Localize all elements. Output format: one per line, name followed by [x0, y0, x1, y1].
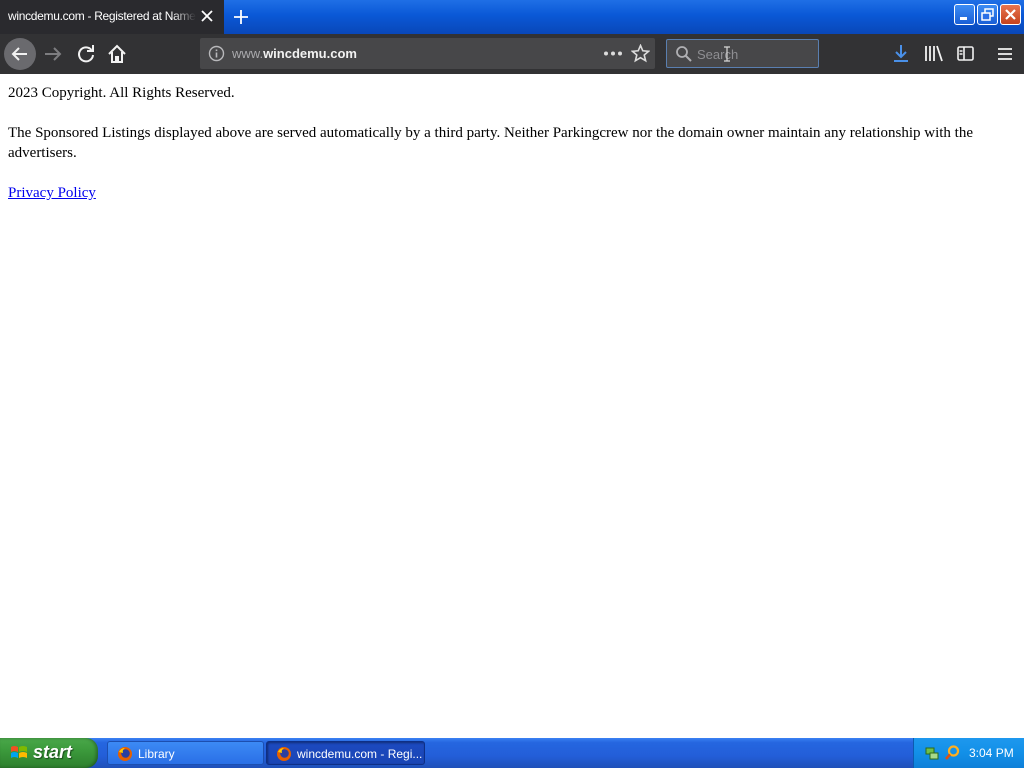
address-bar[interactable]: www.wincdemu.com [200, 38, 655, 69]
close-tab-icon[interactable] [199, 8, 215, 24]
taskbar-item-library[interactable]: Library [107, 741, 264, 765]
search-box[interactable] [666, 39, 819, 68]
arrow-left-icon [11, 47, 27, 61]
url-domain: wincdemu.com [263, 46, 357, 61]
firefox-icon [118, 747, 132, 761]
start-label: start [33, 742, 73, 762]
magnifier-icon[interactable] [944, 744, 961, 761]
taskbar: start Library wincdemu.com - Regi... 3:0… [0, 738, 1024, 768]
windows-logo-icon [11, 746, 27, 758]
page-content: 2023 Copyright. All Rights Reserved. The… [0, 74, 1024, 738]
library-icon[interactable] [923, 43, 945, 65]
new-tab-icon[interactable] [231, 7, 251, 27]
back-button[interactable] [4, 38, 36, 70]
forward-button[interactable] [40, 42, 66, 66]
url-text: www.wincdemu.com [232, 46, 357, 61]
restore-button[interactable] [977, 4, 998, 25]
taskbar-item-browser[interactable]: wincdemu.com - Regi... [266, 741, 425, 765]
sidebar-icon[interactable] [955, 43, 977, 65]
info-icon[interactable] [208, 45, 225, 62]
tab-title: wincdemu.com - Registered at Namecheap.c… [8, 9, 196, 23]
menu-icon[interactable] [994, 43, 1016, 65]
close-icon [1005, 9, 1016, 20]
url-prefix: www. [232, 46, 264, 61]
search-input[interactable] [697, 45, 807, 63]
reload-icon[interactable] [74, 42, 98, 66]
text-cursor-icon [724, 46, 730, 62]
page-actions-icon[interactable] [602, 45, 624, 62]
home-icon[interactable] [105, 42, 129, 66]
nav-toolbar: www.wincdemu.com [0, 34, 1024, 74]
tab-active[interactable]: wincdemu.com - Registered at Namecheap.c… [0, 0, 224, 34]
taskbar-item-label: Library [138, 747, 175, 761]
system-tray: 3:04 PM [913, 738, 1024, 768]
close-window-button[interactable] [1000, 4, 1021, 25]
minimize-icon [960, 17, 967, 20]
minimize-button[interactable] [954, 4, 975, 25]
copyright-text: 2023 Copyright. All Rights Reserved. [8, 85, 235, 101]
bookmark-star-icon[interactable] [631, 44, 650, 63]
taskbar-item-label: wincdemu.com - Regi... [297, 747, 423, 761]
start-button[interactable]: start [0, 738, 98, 768]
window-titlebar: wincdemu.com - Registered at Namecheap.c… [0, 0, 1024, 34]
privacy-policy-link[interactable]: Privacy Policy [8, 183, 96, 203]
search-icon [676, 46, 692, 62]
sponsored-listings-notice: The Sponsored Listings displayed above a… [8, 125, 974, 161]
network-icon[interactable] [924, 745, 940, 761]
firefox-icon [277, 747, 291, 761]
download-icon[interactable] [890, 42, 912, 66]
clock: 3:04 PM [969, 746, 1014, 760]
restore-icon [981, 8, 994, 21]
